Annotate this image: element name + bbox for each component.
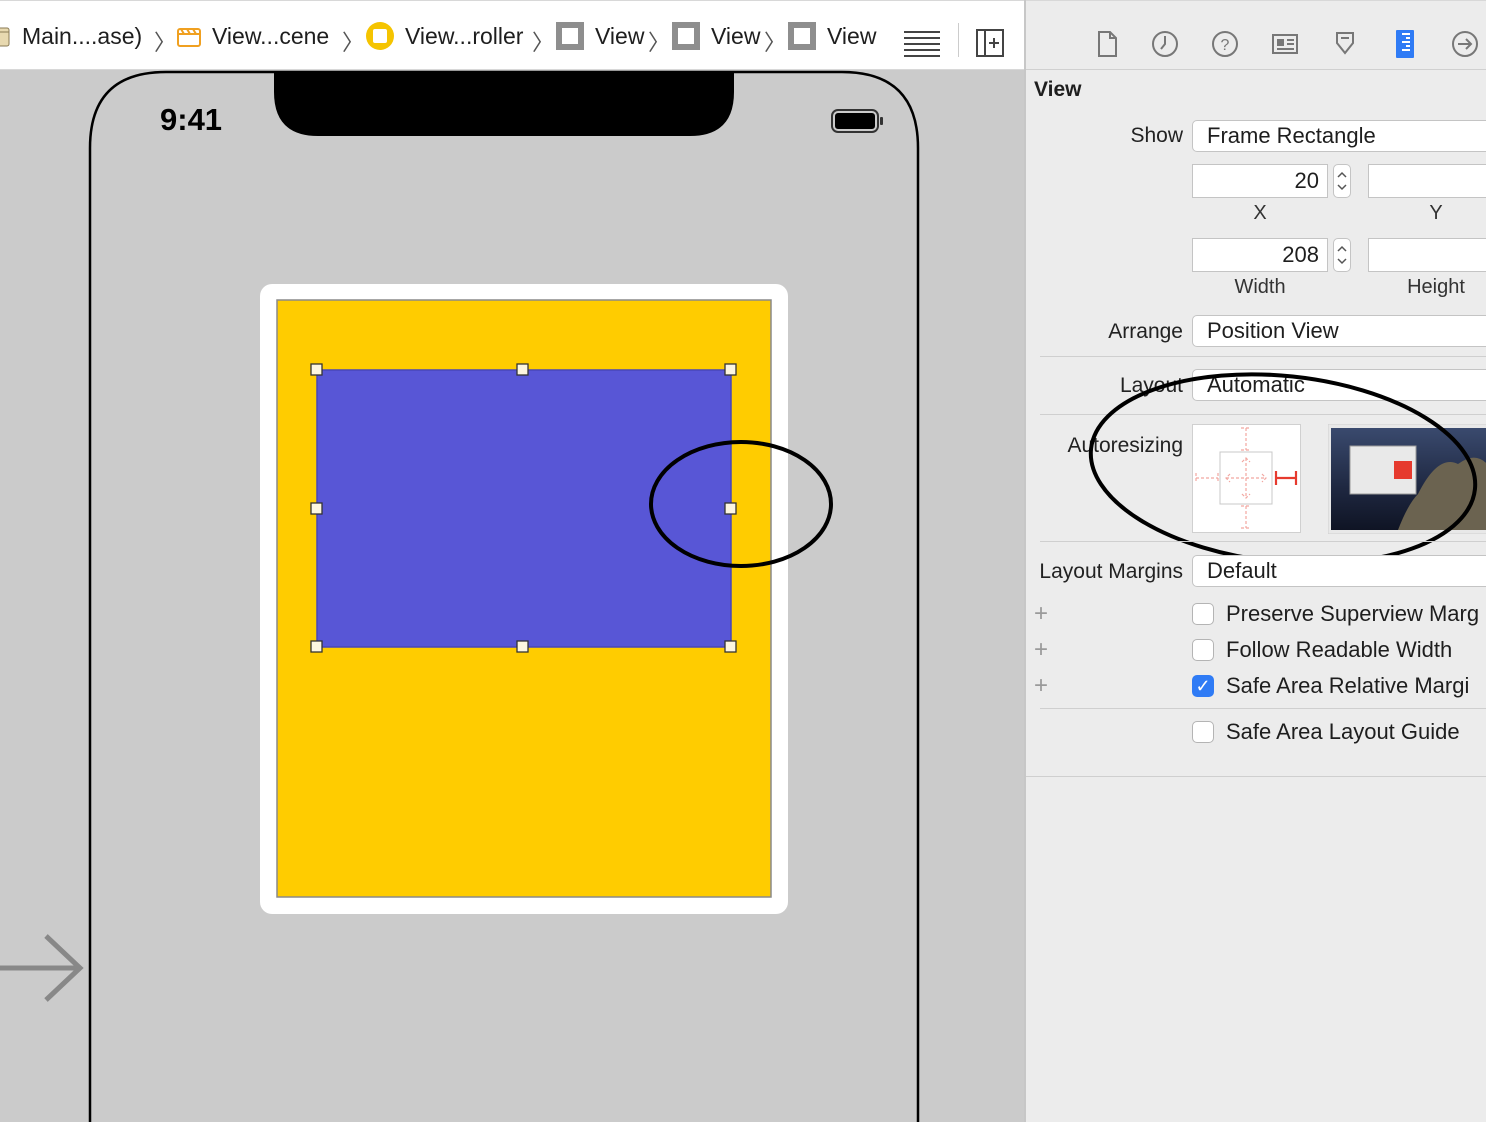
breadcrumb-item-view[interactable]: View (555, 21, 644, 51)
add-editor-icon[interactable] (976, 29, 1004, 57)
jump-bar: Main....ase) 〉 View...cene 〉 View...roll… (0, 0, 1024, 70)
plus-icon[interactable]: + (1034, 600, 1048, 628)
layout-margins-label: Layout Margins (1039, 560, 1183, 583)
separator (1040, 708, 1486, 709)
checkbox-label: Follow Readable Width (1226, 637, 1453, 662)
section-title: View (1034, 78, 1082, 101)
checkmark-icon[interactable]: ✓ (1192, 675, 1214, 697)
layout-margins-popup[interactable]: Default (1192, 555, 1486, 587)
size-inspector-icon[interactable] (1390, 29, 1420, 59)
storyboard-icon (0, 27, 10, 47)
chevron-right-icon: 〉 (764, 30, 787, 55)
connections-inspector-icon[interactable] (1450, 29, 1480, 59)
toolbar-divider (958, 23, 959, 57)
resize-handle-bottom[interactable] (516, 640, 529, 653)
resize-handle-left[interactable] (310, 502, 323, 515)
show-label: Show (1130, 124, 1183, 147)
view-icon (788, 22, 816, 50)
safe-area-relative-margins-checkbox[interactable]: ✓ Safe Area Relative Margi (1192, 673, 1469, 699)
checkbox-label: Preserve Superview Marg (1226, 601, 1480, 626)
layout-margins-popup-value: Default (1207, 558, 1277, 583)
breadcrumb-item-storyboard[interactable]: Main....ase) (0, 21, 142, 51)
breadcrumb-label: View...cene (212, 22, 330, 49)
resize-handle-top-right[interactable] (724, 363, 737, 376)
identity-inspector-icon[interactable] (1270, 29, 1300, 59)
annotation-circle (1088, 372, 1478, 566)
x-label: X (1253, 202, 1267, 224)
selected-subview[interactable] (316, 369, 732, 648)
x-stepper[interactable] (1333, 164, 1351, 198)
arrange-popup[interactable]: Position View (1192, 315, 1486, 347)
height-label: Height (1407, 276, 1465, 298)
file-inspector-icon[interactable] (1092, 29, 1122, 59)
checkbox-box[interactable] (1192, 603, 1214, 625)
chevron-right-icon: 〉 (154, 30, 177, 55)
entry-point-arrow (0, 934, 84, 1002)
preserve-superview-margins-checkbox[interactable]: Preserve Superview Marg (1192, 601, 1479, 627)
breadcrumb-item-view[interactable]: View (787, 21, 876, 51)
show-popup-value: Frame Rectangle (1207, 123, 1376, 148)
separator (1040, 356, 1486, 357)
checkbox-box[interactable] (1192, 721, 1214, 743)
checkbox-box[interactable] (1192, 639, 1214, 661)
checkbox-label: Safe Area Relative Margi (1226, 673, 1470, 698)
x-field[interactable]: 20 (1192, 164, 1328, 198)
chevron-right-icon: 〉 (532, 30, 555, 55)
breadcrumb-item-view[interactable]: View (671, 21, 760, 51)
view-controller-icon (366, 22, 394, 50)
breadcrumb-label: View (711, 22, 761, 49)
show-popup[interactable]: Frame Rectangle (1192, 120, 1486, 152)
view-icon (556, 22, 584, 50)
breadcrumb-item-view-controller[interactable]: View...roller (365, 21, 523, 51)
plus-icon[interactable]: + (1034, 636, 1048, 664)
follow-readable-width-checkbox[interactable]: Follow Readable Width (1192, 637, 1452, 663)
breadcrumb-item-scene[interactable]: View...cene (176, 21, 329, 51)
breadcrumb-label: View...roller (405, 22, 524, 49)
attributes-inspector-icon[interactable] (1330, 29, 1360, 59)
width-field[interactable]: 208 (1192, 238, 1328, 272)
y-field[interactable]: 3 (1368, 164, 1486, 198)
width-stepper[interactable] (1333, 238, 1351, 272)
status-bar-time: 9:41 (160, 102, 223, 137)
separator (1040, 541, 1486, 542)
y-label: Y (1429, 202, 1443, 224)
resize-handle-top-left[interactable] (310, 363, 323, 376)
chevron-right-icon: 〉 (342, 30, 365, 55)
chevron-right-icon: 〉 (648, 30, 671, 55)
device-notch (274, 72, 734, 136)
resize-handle-bottom-right[interactable] (724, 640, 737, 653)
plus-icon[interactable]: + (1034, 672, 1048, 700)
resize-handle-right[interactable] (724, 502, 737, 515)
scene-icon (177, 28, 201, 47)
breadcrumb-label: Main....ase) (22, 22, 143, 49)
height-field[interactable]: 13 (1368, 238, 1486, 272)
svg-text:?: ? (1221, 37, 1230, 54)
resize-handle-top[interactable] (516, 363, 529, 376)
size-inspector: ? View Show Frame Rectangle 20 3 X Y 208… (1026, 0, 1486, 1122)
document-outline-icon[interactable] (902, 29, 942, 57)
checkbox-label: Safe Area Layout Guide (1226, 719, 1460, 744)
breadcrumb-label: View (595, 22, 645, 49)
view-icon (672, 22, 700, 50)
quick-help-icon[interactable]: ? (1210, 29, 1240, 59)
width-label: Width (1234, 276, 1286, 298)
storyboard-canvas[interactable]: 9:41 (0, 70, 1024, 1122)
inspector-tabs: ? (1026, 0, 1486, 70)
resize-handle-bottom-left[interactable] (310, 640, 323, 653)
arrange-popup-value: Position View (1207, 318, 1339, 343)
arrange-label: Arrange (1108, 320, 1183, 343)
breadcrumb-label: View (827, 22, 877, 49)
safe-area-layout-guide-checkbox[interactable]: Safe Area Layout Guide (1192, 719, 1460, 745)
separator (1026, 776, 1486, 777)
history-inspector-icon[interactable] (1150, 29, 1180, 59)
